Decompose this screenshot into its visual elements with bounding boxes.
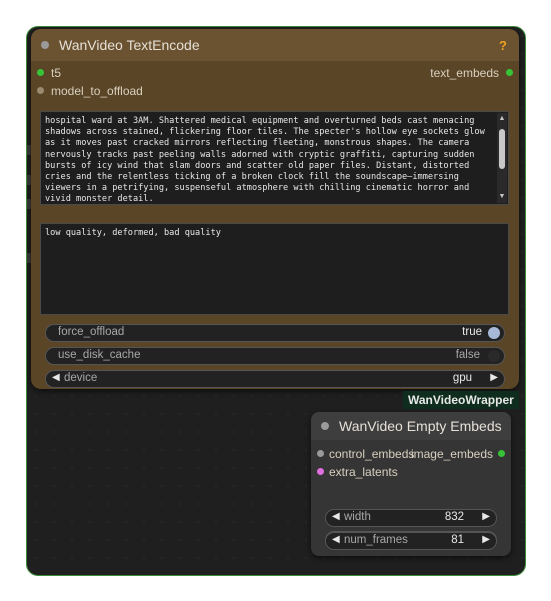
empty-embeds-title: WanVideo Empty Embeds [339, 418, 502, 434]
collapse-dot[interactable] [41, 41, 49, 49]
increment-arrow-icon[interactable]: ▶ [482, 534, 490, 545]
toggle-on-icon [488, 327, 500, 339]
width-label: width [344, 511, 371, 523]
combo-left-arrow-icon[interactable]: ◀ [52, 372, 60, 383]
use-disk-cache-value: false [455, 349, 480, 361]
num-frames-label: num_frames [344, 534, 408, 546]
group-label-wanvideowrapper[interactable]: WanVideoWrapper [403, 391, 519, 409]
model-to-offload-input-label: model_to_offload [51, 84, 143, 98]
t5-input-label: t5 [51, 66, 62, 80]
help-icon[interactable]: ? [499, 38, 507, 53]
control-embeds-input-label: control_embeds [329, 447, 415, 461]
text-embeds-output-dot[interactable] [506, 69, 513, 76]
node-canvas[interactable]: WanVideo TextEncode ? t5 model_to_offloa… [26, 26, 526, 576]
num-frames-number-widget[interactable]: ◀ num_frames 81 ▶ [325, 532, 497, 550]
text-encode-title-bar[interactable]: WanVideo TextEncode ? [31, 29, 519, 61]
force-offload-toggle[interactable]: force_offload true [45, 324, 505, 342]
device-value: gpu [452, 372, 472, 384]
device-combo[interactable]: ◀ device gpu ▶ [45, 370, 505, 388]
negative-prompt-textarea[interactable]: low quality, deformed, bad quality [40, 223, 509, 315]
width-number-widget[interactable]: ◀ width 832 ▶ [325, 509, 497, 527]
extra-latents-input-dot[interactable] [317, 468, 324, 475]
t5-input-dot[interactable] [37, 69, 44, 76]
prompt-scrollbar[interactable]: ▲ ▼ [497, 113, 507, 203]
text-encode-node[interactable]: WanVideo TextEncode ? t5 model_to_offloa… [31, 29, 519, 389]
num-frames-value: 81 [451, 534, 464, 546]
toggle-off-icon [488, 350, 500, 362]
use-disk-cache-label: use_disk_cache [58, 349, 141, 361]
collapse-dot[interactable] [321, 422, 329, 430]
scroll-thumb[interactable] [499, 129, 505, 169]
force-offload-value: true [462, 326, 482, 338]
device-label: device [64, 372, 98, 384]
width-value: 832 [444, 511, 464, 523]
empty-embeds-title-bar[interactable]: WanVideo Empty Embeds [311, 412, 511, 440]
force-offload-label: force_offload [58, 326, 125, 338]
image-embeds-output-dot[interactable] [498, 450, 505, 457]
positive-prompt-textarea[interactable]: hospital ward at 3AM. Shattered medical … [40, 111, 509, 205]
text-embeds-output-label: text_embeds [430, 66, 499, 80]
extra-latents-input-label: extra_latents [329, 465, 398, 479]
decrement-arrow-icon[interactable]: ◀ [332, 534, 340, 545]
scroll-up-icon[interactable]: ▲ [498, 115, 506, 123]
model-to-offload-input-dot[interactable] [37, 87, 44, 94]
decrement-arrow-icon[interactable]: ◀ [332, 511, 340, 522]
combo-right-arrow-icon[interactable]: ▶ [490, 372, 498, 383]
use-disk-cache-toggle[interactable]: use_disk_cache false [45, 347, 505, 365]
image-embeds-output-label: image_embeds [410, 447, 493, 461]
control-embeds-input-dot[interactable] [317, 450, 324, 457]
scroll-down-icon[interactable]: ▼ [498, 193, 506, 201]
text-encode-title: WanVideo TextEncode [59, 37, 200, 53]
increment-arrow-icon[interactable]: ▶ [482, 511, 490, 522]
